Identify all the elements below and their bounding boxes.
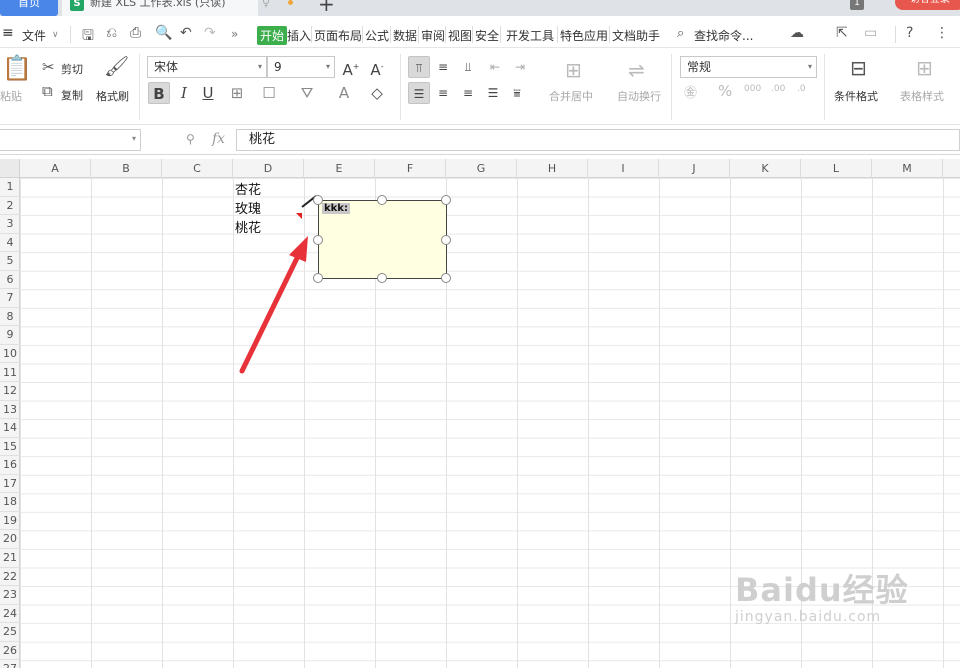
spreadsheet-app: 首页 S 新建 XLS 工作表.xls (只读) ♀ + 1 访客登录 ≡ 文件… bbox=[0, 0, 960, 668]
baidu-watermark: Baidu经验 jingyan.baidu.com bbox=[735, 565, 909, 625]
watermark-url: jingyan.baidu.com bbox=[735, 609, 882, 625]
baidu-logo: Baidu经验 bbox=[735, 571, 909, 609]
